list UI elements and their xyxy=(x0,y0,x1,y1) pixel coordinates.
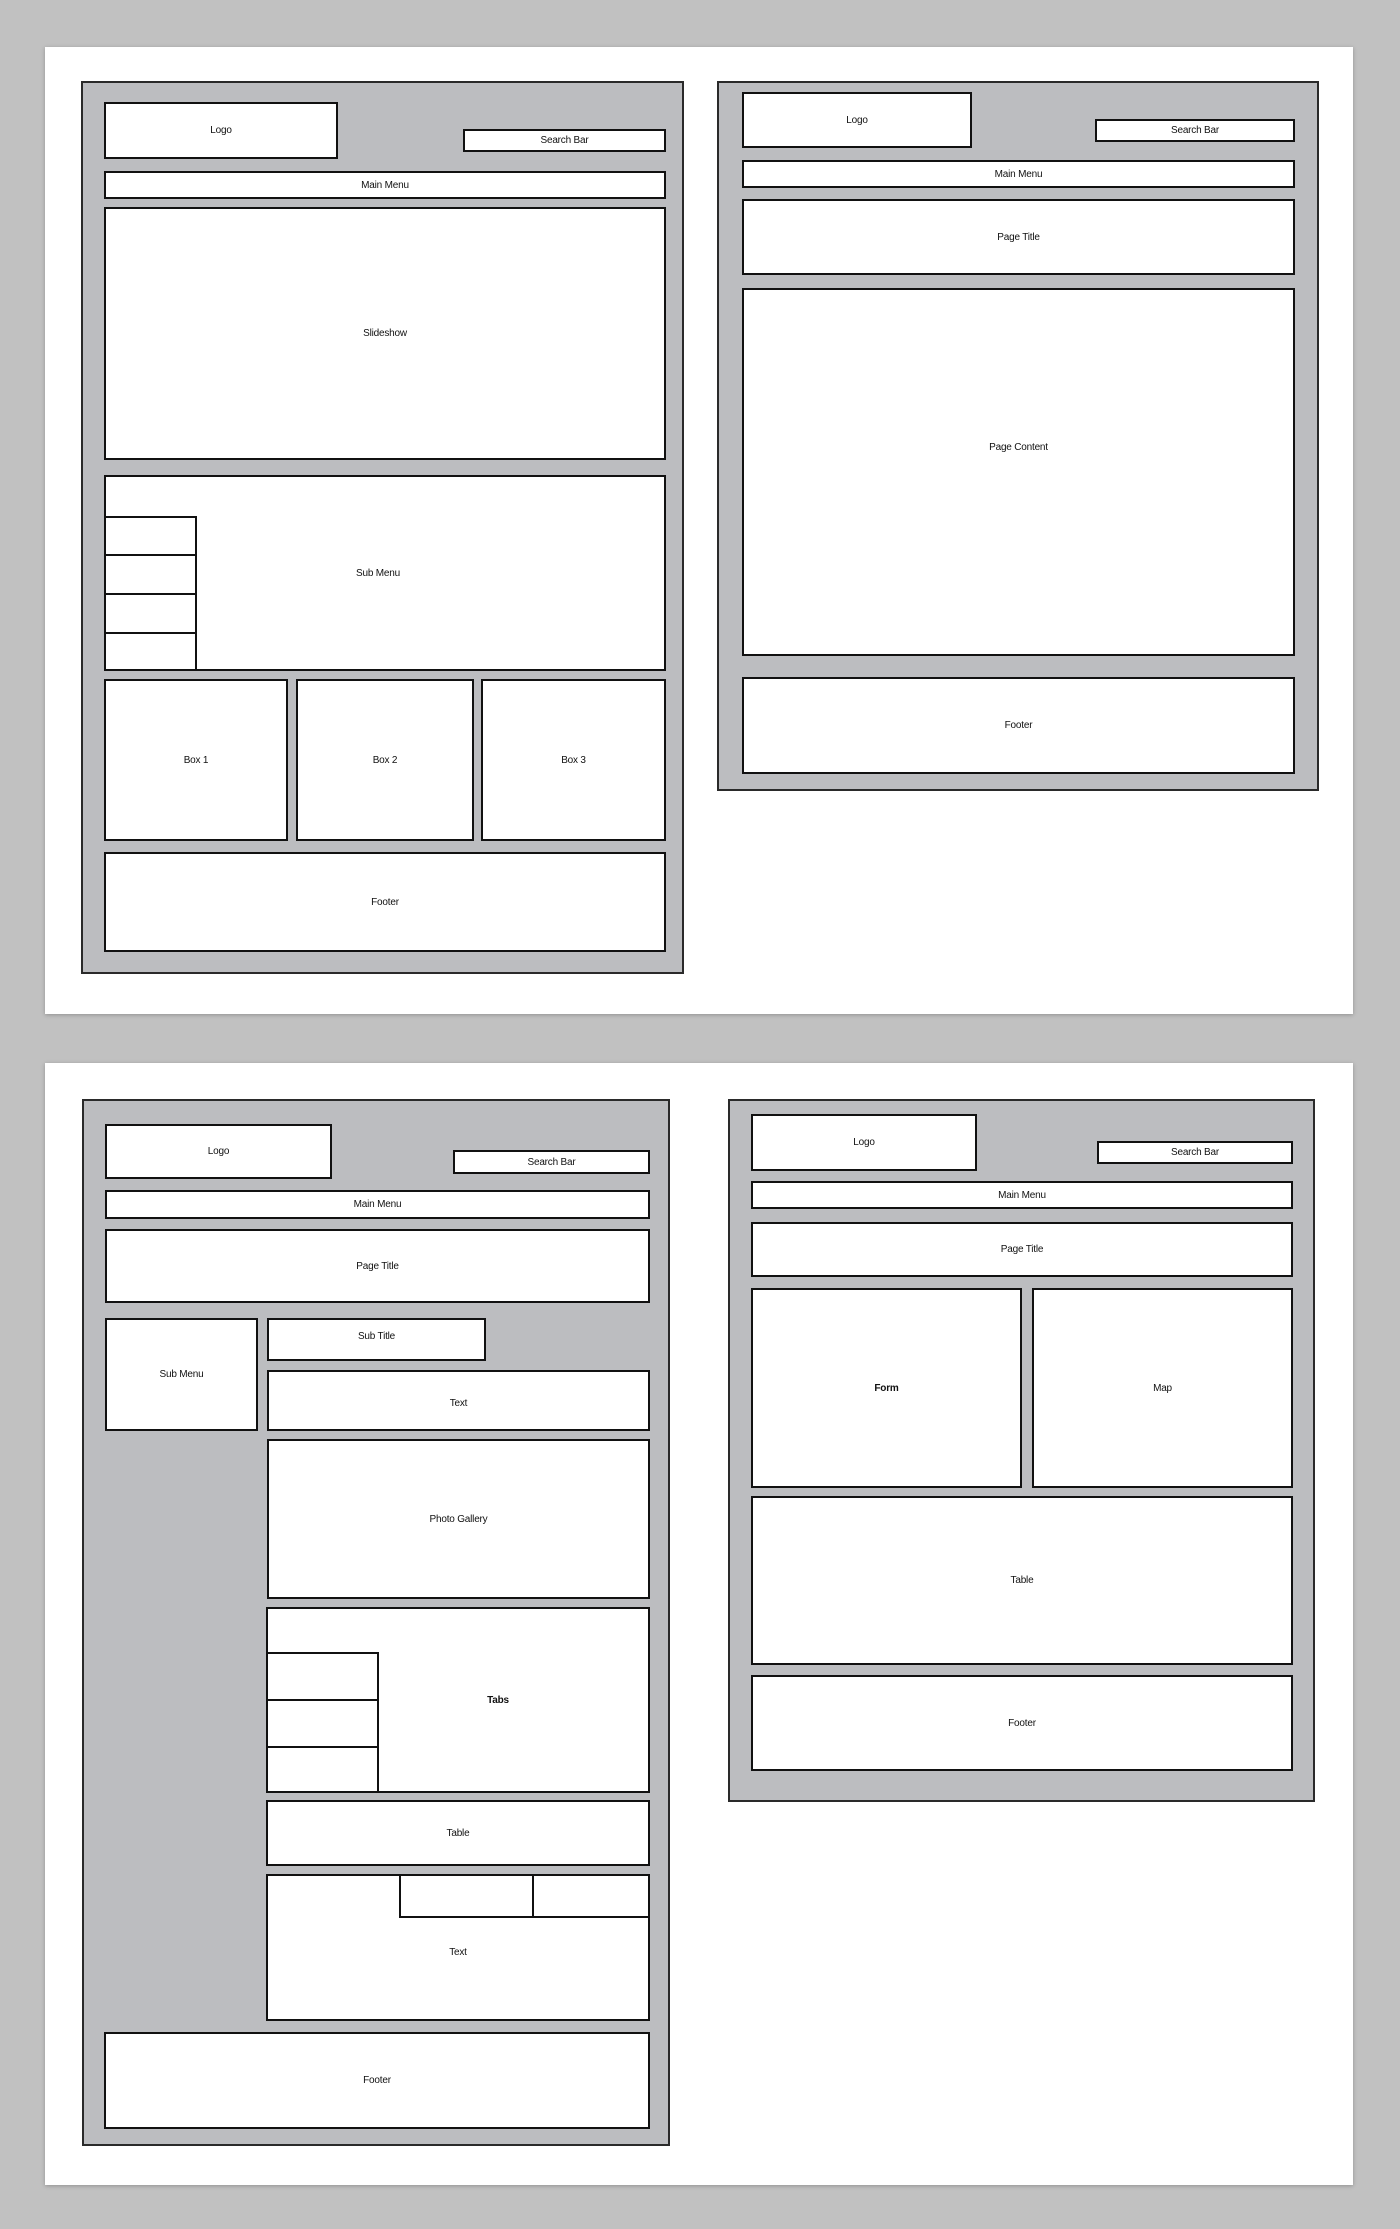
contact-form-label: Form xyxy=(874,1382,899,1394)
contact-table: Table xyxy=(751,1496,1293,1665)
contact-page-title: Page Title xyxy=(751,1222,1293,1277)
home-search-label: Search Bar xyxy=(540,135,589,146)
home-logo-label: Logo xyxy=(210,125,232,136)
content-footer: Footer xyxy=(742,677,1295,774)
content-search-bar: Search Bar xyxy=(1095,119,1295,142)
contact-form: Form xyxy=(751,1288,1022,1488)
contact-footer: Footer xyxy=(751,1675,1293,1771)
home-sub-menu-item xyxy=(104,554,197,595)
detail-page-title-label: Page Title xyxy=(356,1260,399,1272)
detail-photo-gallery: Photo Gallery xyxy=(267,1439,650,1599)
contact-footer-label: Footer xyxy=(1008,1717,1036,1729)
home-box-1-label: Box 1 xyxy=(183,754,209,766)
contact-logo-label: Logo xyxy=(853,1137,875,1148)
detail-sub-menu-label: Sub Menu xyxy=(159,1369,204,1380)
detail-tab-item xyxy=(266,1699,379,1748)
detail-text-inset xyxy=(532,1874,650,1918)
home-sub-menu-label: Sub Menu xyxy=(356,567,400,579)
detail-text-label: Text xyxy=(449,1398,468,1409)
detail-logo: Logo xyxy=(105,1124,332,1179)
detail-tab-item xyxy=(266,1746,379,1793)
home-slideshow: Slideshow xyxy=(104,207,666,460)
detail-footer-label: Footer xyxy=(363,2075,391,2086)
contact-map: Map xyxy=(1032,1288,1293,1488)
home-sub-menu-item xyxy=(104,516,197,556)
detail-sub-title: Sub Title xyxy=(267,1318,486,1361)
contact-logo: Logo xyxy=(751,1114,977,1171)
home-box-3: Box 3 xyxy=(481,679,666,841)
contact-main-menu: Main Menu xyxy=(751,1181,1293,1209)
detail-text-inset xyxy=(399,1874,534,1918)
contact-search-bar: Search Bar xyxy=(1097,1141,1293,1164)
content-page-title-label: Page Title xyxy=(997,231,1040,243)
detail-main-menu-label: Main Menu xyxy=(353,1199,402,1210)
detail-sub-menu: Sub Menu xyxy=(105,1318,258,1431)
home-footer: Footer xyxy=(104,852,666,952)
detail-page-title: Page Title xyxy=(105,1229,650,1303)
detail-logo-label: Logo xyxy=(207,1146,230,1157)
home-main-menu: Main Menu xyxy=(104,171,666,199)
home-logo: Logo xyxy=(104,102,338,159)
contact-search-label: Search Bar xyxy=(1170,1147,1220,1158)
detail-table-label: Table xyxy=(446,1827,470,1839)
detail-search-bar: Search Bar xyxy=(453,1150,650,1174)
detail-tabs-label: Tabs xyxy=(487,1694,509,1706)
content-footer-label: Footer xyxy=(1004,720,1033,731)
home-slideshow-label: Slideshow xyxy=(363,328,407,339)
detail-table: Table xyxy=(266,1800,650,1866)
content-logo: Logo xyxy=(742,92,972,148)
detail-text-2-label: Text xyxy=(449,1947,467,1958)
contact-main-menu-label: Main Menu xyxy=(998,1189,1046,1201)
detail-search-label: Search Bar xyxy=(527,1156,576,1168)
home-box-1: Box 1 xyxy=(104,679,288,841)
home-search-bar: Search Bar xyxy=(463,129,666,152)
content-page-content: Page Content xyxy=(742,288,1295,656)
detail-tab-item xyxy=(266,1652,379,1701)
detail-sub-title-label: Sub Title xyxy=(357,1331,396,1342)
detail-main-menu: Main Menu xyxy=(105,1190,650,1219)
content-page-content-label: Page Content xyxy=(989,441,1048,453)
content-logo-label: Logo xyxy=(846,114,868,126)
contact-page-title-label: Page Title xyxy=(1000,1244,1044,1255)
detail-text: Text xyxy=(267,1370,650,1431)
contact-map-label: Map xyxy=(1153,1382,1172,1394)
home-main-menu-label: Main Menu xyxy=(361,179,409,191)
detail-footer: Footer xyxy=(104,2032,650,2129)
detail-photo-gallery-label: Photo Gallery xyxy=(429,1513,488,1525)
contact-table-label: Table xyxy=(1010,1575,1034,1586)
content-search-label: Search Bar xyxy=(1170,125,1220,136)
home-box-2: Box 2 xyxy=(296,679,474,841)
home-footer-label: Footer xyxy=(371,896,399,908)
content-main-menu-label: Main Menu xyxy=(994,168,1043,180)
content-page-title: Page Title xyxy=(742,199,1295,275)
home-sub-menu-item xyxy=(104,632,197,671)
content-main-menu: Main Menu xyxy=(742,160,1295,188)
home-sub-menu-item xyxy=(104,593,197,634)
home-box-3-label: Box 3 xyxy=(561,754,586,766)
home-box-2-label: Box 2 xyxy=(372,754,398,766)
